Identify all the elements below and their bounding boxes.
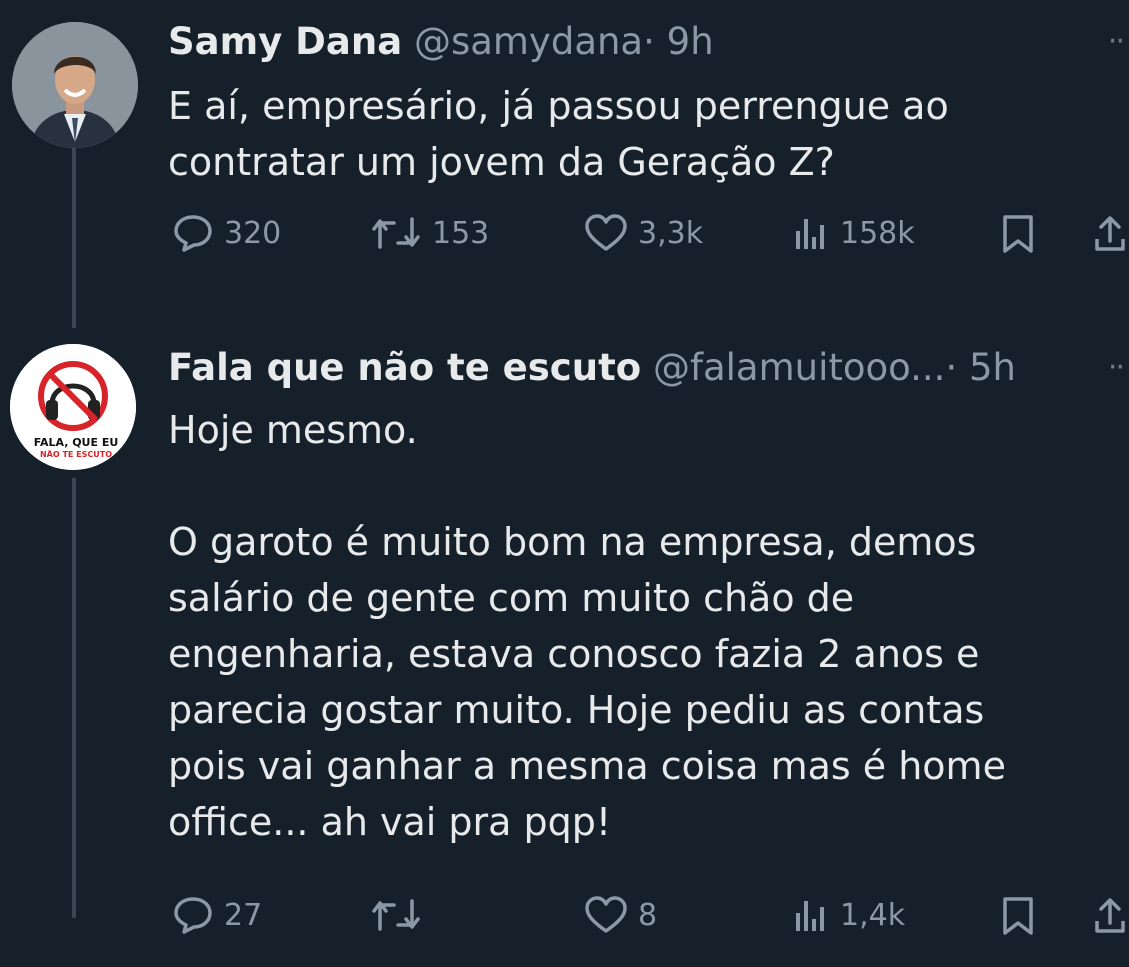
views-chart-icon [796,901,824,931]
reply-count: 27 [224,897,263,933]
views-button[interactable]: 1,4k [790,895,905,935]
reply-icon [174,897,212,934]
logo-text-line-2: NÃO TE ESCUTO [39,450,113,459]
views-chart-icon [796,219,824,249]
avatar[interactable]: FALA, QUE EU NÃO TE ESCUTO [10,344,136,470]
avatar[interactable] [12,22,138,148]
like-count: 8 [638,897,658,933]
tweet-header: Fala que não te escuto @falamuitooo...· … [168,346,1016,390]
views-count: 158k [840,215,915,251]
tweet-text: Hoje mesmo. O garoto é muito bom na empr… [168,408,1006,844]
tweet-actions: 27 8 1,4k [0,895,1129,945]
share-button[interactable] [1092,895,1128,937]
author-name[interactable]: Samy Dana [168,20,402,63]
more-options-icon[interactable]: ·· [1108,350,1125,385]
tweet-time[interactable]: · 5h [945,346,1016,389]
tweet[interactable]: Samy Dana @samydana· 9h ·· E aí, empresá… [0,0,1129,330]
tweet-actions: 320 153 3,3k 158k [0,213,1129,263]
reply-icon [174,215,212,252]
like-button[interactable]: 8 [584,895,657,935]
bookmark-button[interactable] [1000,213,1036,255]
retweet-count: 153 [432,215,490,251]
views-count: 1,4k [840,897,906,933]
reply-button[interactable]: 27 [172,895,262,935]
views-button[interactable]: 158k [790,213,915,253]
bookmark-button[interactable] [1000,895,1036,937]
author-name[interactable]: Fala que não te escuto [168,346,641,389]
heart-icon [585,214,627,251]
tweet-header: Samy Dana @samydana· 9h [168,20,714,64]
tweet-text: E aí, empresário, já passou perrengue ao… [168,84,949,184]
reply-count: 320 [224,215,282,251]
share-button[interactable] [1092,213,1128,255]
more-options-icon[interactable]: ·· [1108,24,1125,59]
retweet-icon [372,217,420,249]
author-handle[interactable]: @samydana [414,20,643,63]
like-count: 3,3k [638,215,704,251]
like-button[interactable]: 3,3k [584,213,703,253]
share-icon [1095,216,1125,251]
avatar-photo [12,22,138,148]
retweet-button[interactable]: 153 [370,213,489,253]
heart-icon [585,896,627,933]
share-icon [1095,898,1125,933]
bookmark-icon [1003,897,1033,935]
retweet-icon [372,899,420,931]
tweet[interactable]: FALA, QUE EU NÃO TE ESCUTO Fala que não … [0,330,1129,967]
retweet-button[interactable] [370,895,432,935]
author-handle[interactable]: @falamuitooo... [653,346,945,389]
tweet-time[interactable]: · 9h [643,20,714,63]
logo-text-line-1: FALA, QUE EU [33,436,119,449]
reply-button[interactable]: 320 [172,213,281,253]
bookmark-icon [1003,215,1033,253]
